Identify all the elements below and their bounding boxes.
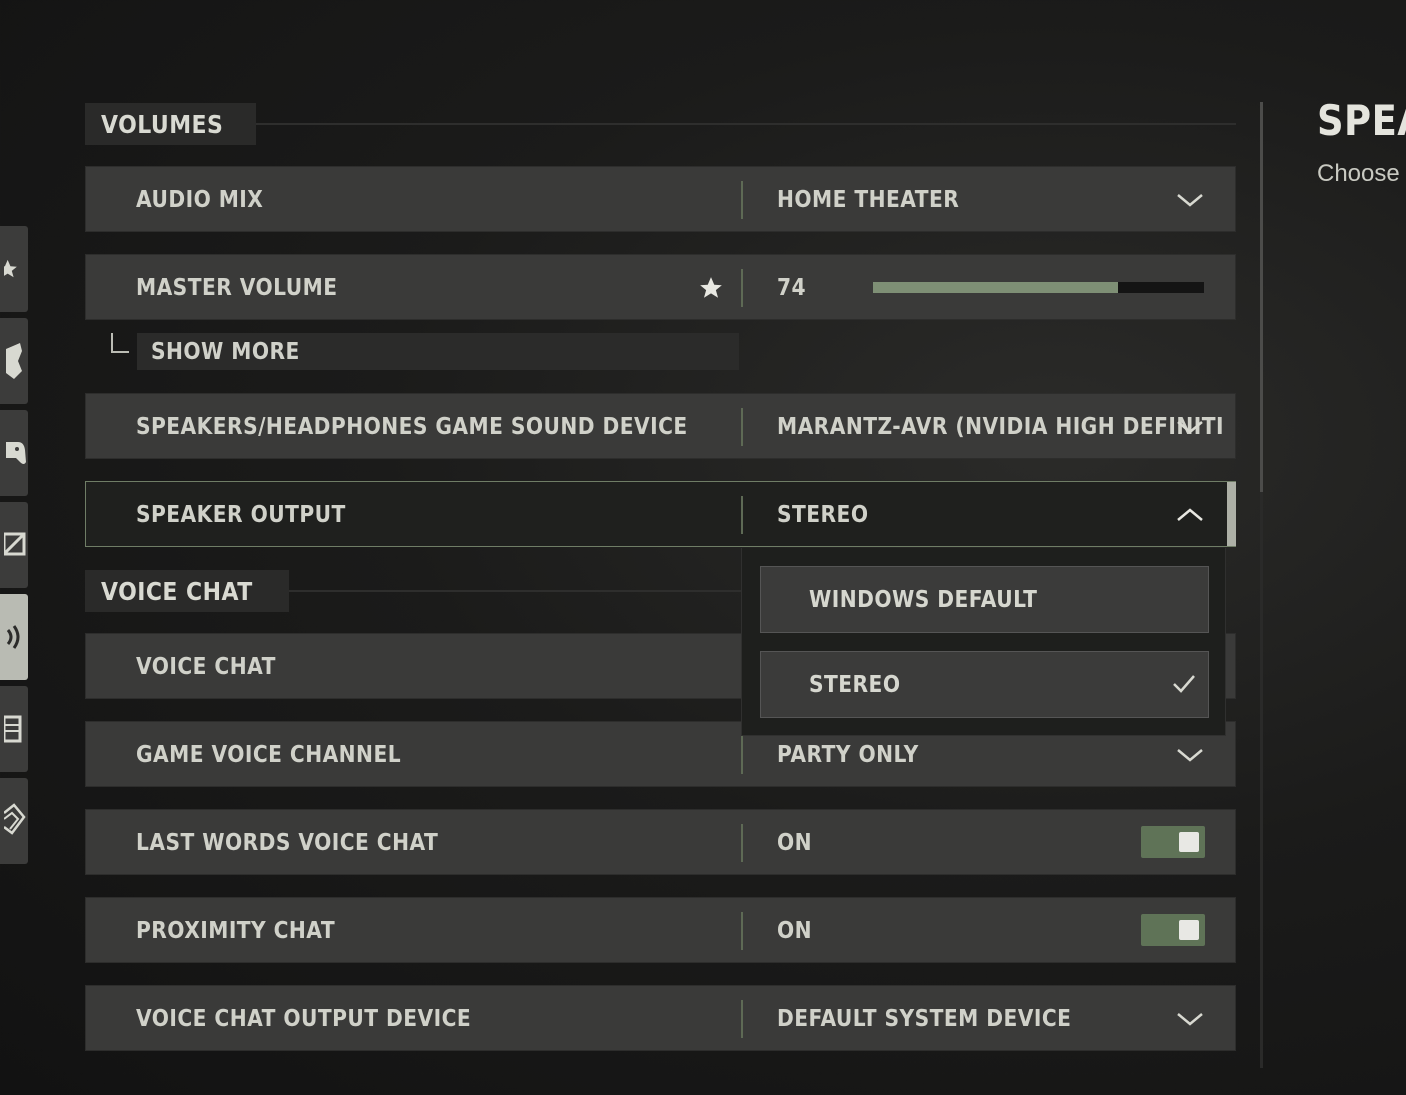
section-header-volumes: VOLUMES: [85, 103, 256, 145]
voice-output-device-value: DEFAULT SYSTEM DEVICE: [777, 1006, 1072, 1032]
display-icon: [4, 532, 26, 556]
row-divider: [741, 181, 743, 219]
scrollbar-thumb[interactable]: [1260, 102, 1263, 492]
section-title: VOLUMES: [101, 109, 224, 139]
star-icon: [4, 259, 17, 278]
last-words-value: ON: [777, 830, 813, 856]
detail-title: SPEA: [1317, 96, 1406, 145]
nav-interface[interactable]: [0, 686, 28, 772]
dropdown-option-stereo[interactable]: STEREO: [760, 651, 1209, 718]
network-icon: [4, 803, 26, 835]
sound-device-value: MARANTZ-AVR (NVIDIA HIGH DEFINITI: [777, 414, 1224, 440]
tree-bracket-icon: [111, 333, 129, 353]
chevron-down-icon: [1177, 1013, 1203, 1026]
audio-mix-value: HOME THEATER: [777, 187, 960, 213]
audio-icon: [6, 625, 20, 649]
proximity-chat-row[interactable]: PROXIMITY CHAT ON: [85, 897, 1236, 963]
master-volume-slider[interactable]: [873, 282, 1204, 293]
row-label: LAST WORDS VOICE CHAT: [136, 830, 439, 856]
last-words-toggle[interactable]: [1141, 826, 1205, 858]
section-title: VOICE CHAT: [101, 576, 253, 606]
row-divider: [741, 736, 743, 774]
proximity-value: ON: [777, 918, 813, 944]
last-words-row[interactable]: LAST WORDS VOICE CHAT ON: [85, 809, 1236, 875]
document-icon: [4, 715, 22, 743]
row-label: VOICE CHAT OUTPUT DEVICE: [136, 1006, 472, 1032]
nav-favorites[interactable]: [0, 226, 28, 312]
chevron-down-icon: [1177, 194, 1203, 207]
shield-icon: [6, 343, 22, 379]
chevron-down-icon: [1177, 421, 1203, 434]
master-volume-row[interactable]: MASTER VOLUME 74: [85, 254, 1236, 320]
audio-mix-row[interactable]: AUDIO MIX HOME THEATER: [85, 166, 1236, 232]
row-label: VOICE CHAT: [136, 654, 276, 680]
row-divider: [741, 269, 743, 307]
speaker-output-value: STEREO: [777, 502, 869, 528]
nav-controller[interactable]: [0, 410, 28, 496]
option-label: STEREO: [809, 671, 901, 698]
row-label: PROXIMITY CHAT: [136, 918, 336, 944]
row-label: MASTER VOLUME: [136, 275, 338, 301]
slider-fill: [873, 282, 1118, 293]
row-divider: [741, 912, 743, 950]
proximity-toggle[interactable]: [1141, 914, 1205, 946]
scrollbar[interactable]: [1260, 102, 1263, 1068]
speaker-output-row[interactable]: SPEAKER OUTPUT STEREO: [85, 481, 1236, 547]
row-label: AUDIO MIX: [136, 187, 264, 213]
dropdown-option-windows-default[interactable]: WINDOWS DEFAULT: [760, 566, 1209, 633]
master-volume-value: 74: [777, 275, 807, 301]
nav-graphics[interactable]: [0, 502, 28, 588]
section-divider: [226, 123, 1236, 125]
toggle-knob: [1179, 920, 1199, 940]
controller-icon: [6, 442, 26, 464]
section-header-voice-chat: VOICE CHAT: [85, 570, 290, 612]
row-divider: [741, 408, 743, 446]
chevron-up-icon: [1177, 508, 1203, 521]
sound-device-row[interactable]: SPEAKERS/HEADPHONES GAME SOUND DEVICE MA…: [85, 393, 1236, 459]
row-label: SPEAKER OUTPUT: [136, 502, 346, 528]
row-divider: [741, 1000, 743, 1038]
nav-account[interactable]: [0, 318, 28, 404]
row-divider: [741, 496, 743, 534]
option-label: WINDOWS DEFAULT: [809, 586, 1038, 613]
nav-audio[interactable]: [0, 594, 28, 680]
section-divider: [253, 590, 741, 592]
row-label: SPEAKERS/HEADPHONES GAME SOUND DEVICE: [136, 414, 688, 440]
voice-output-device-row[interactable]: VOICE CHAT OUTPUT DEVICE DEFAULT SYSTEM …: [85, 985, 1236, 1051]
checkmark-icon: [1173, 675, 1195, 693]
detail-description: Choose: [1317, 160, 1400, 187]
speaker-output-dropdown: WINDOWS DEFAULT STEREO: [741, 548, 1226, 736]
show-more-label: SHOW MORE: [151, 338, 300, 365]
row-divider: [741, 824, 743, 862]
show-more[interactable]: SHOW MORE: [108, 333, 739, 370]
game-voice-channel-value: PARTY ONLY: [777, 742, 919, 768]
row-label: GAME VOICE CHANNEL: [136, 742, 402, 768]
nav-network[interactable]: [0, 778, 28, 864]
favorite-star-icon[interactable]: [698, 275, 724, 301]
toggle-knob: [1179, 832, 1199, 852]
chevron-down-icon: [1177, 749, 1203, 762]
